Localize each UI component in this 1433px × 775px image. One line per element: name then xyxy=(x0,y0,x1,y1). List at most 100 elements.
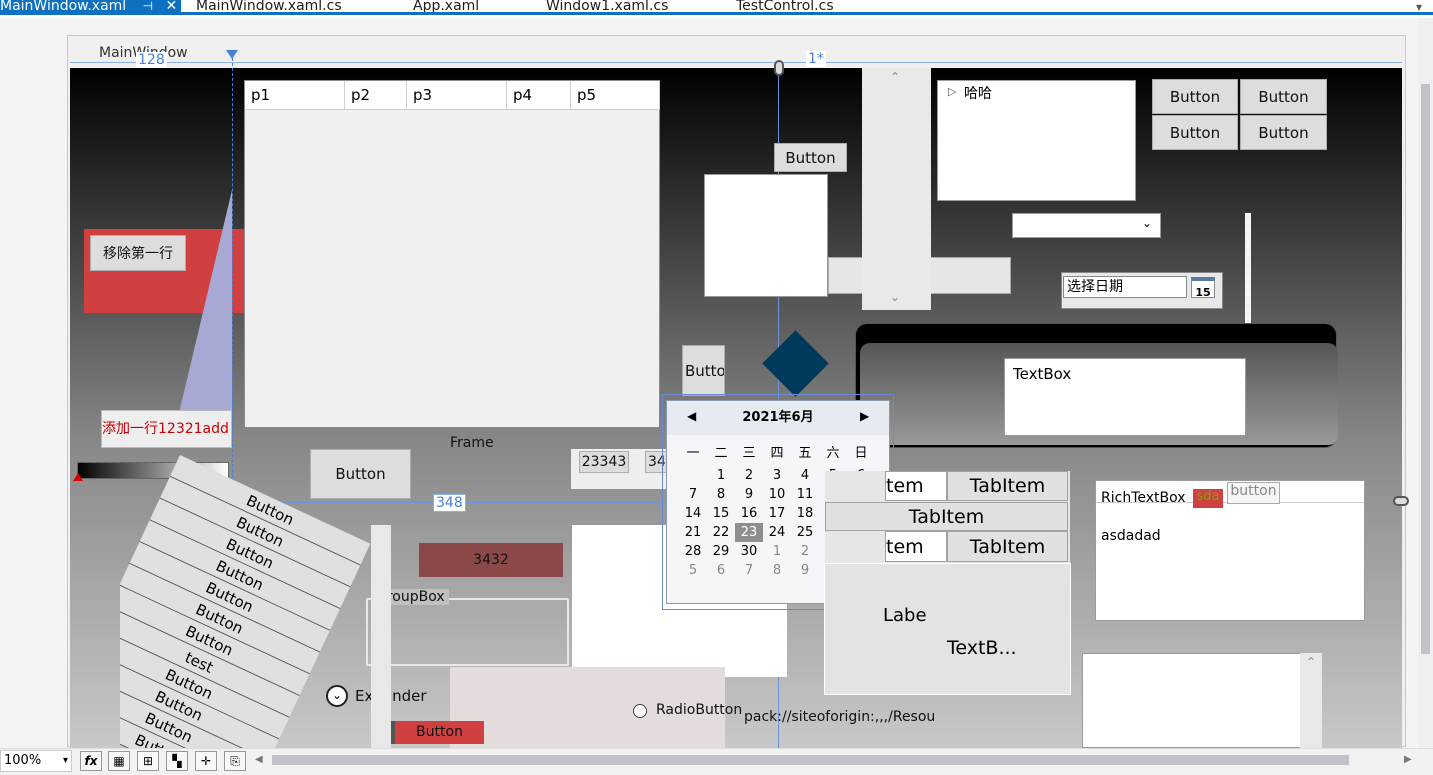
designer-vscroll[interactable] xyxy=(1418,18,1433,748)
calendar-day[interactable]: 30 xyxy=(735,542,763,561)
expand-triangle-icon[interactable]: ▷ xyxy=(948,85,956,98)
scroll-viewer[interactable]: ⌃ ⌄ xyxy=(862,68,931,310)
tab-item-1[interactable]: TabItem xyxy=(947,471,1068,501)
snap-points-icon[interactable]: ✛ xyxy=(195,751,217,771)
vscroll-thumb[interactable] xyxy=(1421,84,1430,654)
value-bar: 3432 xyxy=(419,543,563,577)
calendar-day[interactable]: 14 xyxy=(679,504,707,523)
scroll-up-icon[interactable]: ⌃ xyxy=(1306,655,1316,669)
tab-item-3[interactable]: TabItem xyxy=(947,531,1068,562)
calendar-day[interactable]: 2 xyxy=(791,542,819,561)
pin-icon[interactable]: ⊣ xyxy=(143,0,153,12)
richtextbox-content[interactable]: asdadad xyxy=(1101,528,1161,544)
tab-mainwindow-xaml-cs[interactable]: MainWindow.xaml.cs xyxy=(196,0,342,12)
zoom-select[interactable]: 100% ▾ xyxy=(0,750,72,772)
slider-thumb-icon[interactable] xyxy=(73,473,83,481)
grid-button-1[interactable]: Button xyxy=(1152,79,1238,114)
tree-view[interactable]: ▷ 哈哈 xyxy=(937,80,1136,201)
radio-icon[interactable] xyxy=(633,704,647,718)
calendar-day[interactable]: 24 xyxy=(763,523,791,542)
list-box[interactable] xyxy=(1082,653,1322,748)
calendar-day[interactable]: 7 xyxy=(679,485,707,504)
hscroll-left-icon[interactable]: ◀ xyxy=(255,754,263,765)
hscroll-thumb[interactable] xyxy=(272,755,1349,765)
richtextbox-button[interactable]: button xyxy=(1227,482,1280,504)
listbox-scrollbar[interactable]: ⌃ xyxy=(1300,653,1322,748)
tab-testcontrol-cs[interactable]: TestControl.cs xyxy=(736,0,834,12)
calendar-day[interactable]: 7 xyxy=(735,561,763,580)
item-23343-button[interactable]: 23343 xyxy=(579,451,629,473)
top-button[interactable]: Button xyxy=(774,143,847,172)
calendar-day[interactable]: 10 xyxy=(763,485,791,504)
grid-icon[interactable]: ▦ xyxy=(108,751,130,771)
layout-icon[interactable]: ⎘ xyxy=(224,751,246,771)
rotated-listbox[interactable]: Button Button Button Button Button Button Butt… xyxy=(120,455,371,755)
grid-button-2[interactable]: Button xyxy=(1240,79,1327,114)
date-input[interactable]: 选择日期 xyxy=(1063,276,1187,298)
tab-app-xaml[interactable]: App.xaml xyxy=(413,0,479,12)
grid-header-p1[interactable]: p1 xyxy=(245,81,345,110)
narrow-button[interactable]: Butto xyxy=(682,345,725,396)
data-grid[interactable]: p1 p2 p3 p4 p5 xyxy=(244,80,660,428)
calendar-day[interactable]: 11 xyxy=(791,485,819,504)
tab-item-2[interactable]: TabItem xyxy=(825,502,1068,531)
grid-header-p5[interactable]: p5 xyxy=(571,81,660,110)
polygon-shape xyxy=(175,190,232,430)
scroll-down-icon[interactable]: ⌄ xyxy=(890,290,900,304)
close-icon[interactable]: ✕ xyxy=(166,0,178,12)
calendar-day[interactable]: 15 xyxy=(707,504,735,523)
calendar-day[interactable]: 23 xyxy=(735,523,763,542)
tab-item-partial-2[interactable]: tem xyxy=(885,531,947,562)
calendar-day[interactable]: 5 xyxy=(679,561,707,580)
rich-textbox[interactable]: RichTextBox sda button asdadad xyxy=(1095,480,1365,621)
rotated-list-scrollbar[interactable] xyxy=(371,525,391,750)
checker-icon[interactable]: ▚ xyxy=(166,751,188,771)
calendar-day[interactable]: 8 xyxy=(763,561,791,580)
calendar-day[interactable]: 29 xyxy=(707,542,735,561)
tab-item-partial-1[interactable]: tem xyxy=(885,471,947,501)
calendar-day[interactable]: 4 xyxy=(791,466,819,485)
calendar-weekday: 六 xyxy=(826,446,840,461)
fx-icon[interactable]: fx xyxy=(80,751,102,771)
tree-item[interactable]: 哈哈 xyxy=(964,83,992,103)
calendar-day[interactable]: 18 xyxy=(791,504,819,523)
grid-button-4[interactable]: Button xyxy=(1240,115,1327,150)
calendar-day[interactable]: 16 xyxy=(735,504,763,523)
tab-window1-xaml-cs[interactable]: Window1.xaml.cs xyxy=(546,0,668,12)
calendar-day[interactable]: 17 xyxy=(763,504,791,523)
scroll-up-icon[interactable]: ⌃ xyxy=(890,70,900,84)
radiobutton-label[interactable]: RadioButton xyxy=(656,702,742,718)
grid-header-p3[interactable]: p3 xyxy=(407,81,507,110)
combo-box[interactable]: ⌄ xyxy=(1012,213,1161,238)
grid-button-3[interactable]: Button xyxy=(1152,115,1238,150)
calendar-weekday: 日 xyxy=(854,446,868,461)
hscroll-right-icon[interactable]: ▶ xyxy=(1404,754,1412,765)
calendar-day[interactable]: 21 xyxy=(679,523,707,542)
snap-icon[interactable]: ⊞ xyxy=(137,751,159,771)
calendar-day[interactable]: 6 xyxy=(707,561,735,580)
grid-header-p4[interactable]: p4 xyxy=(507,81,571,110)
calendar-day[interactable]: 28 xyxy=(679,542,707,561)
calendar-day[interactable]: 22 xyxy=(707,523,735,542)
calendar-day[interactable]: 1 xyxy=(763,542,791,561)
textbox[interactable]: TextBox xyxy=(1004,358,1246,436)
tab-mainwindow-xaml[interactable]: MainWindow.xaml ⊣ ✕ xyxy=(0,0,182,12)
calendar-day[interactable]: 9 xyxy=(791,561,819,580)
grid-header-p2[interactable]: p2 xyxy=(345,81,407,110)
calendar-day[interactable]: 25 xyxy=(791,523,819,542)
calendar-icon[interactable]: 15 xyxy=(1191,277,1215,299)
calendar-next-icon[interactable]: ▶ xyxy=(860,409,869,423)
calendar-day[interactable]: 8 xyxy=(707,485,735,504)
rotated-list-clip: Button Button Button Button Button Button Butt… xyxy=(120,455,390,755)
calendar-day[interactable]: 1 xyxy=(707,466,735,485)
calendar-prev-icon[interactable]: ◀ xyxy=(687,409,696,423)
calendar-day[interactable]: 9 xyxy=(735,485,763,504)
column-marker-icon[interactable] xyxy=(226,50,238,59)
tab-dropdown-icon[interactable]: ▾ xyxy=(1416,0,1422,12)
chain-link-icon[interactable] xyxy=(774,60,784,76)
calendar-day[interactable] xyxy=(679,466,707,485)
calendar-day[interactable]: 2 xyxy=(735,466,763,485)
resize-handle-icon[interactable] xyxy=(1393,496,1409,506)
red-button[interactable]: Button xyxy=(389,721,484,744)
calendar-day[interactable]: 3 xyxy=(763,466,791,485)
